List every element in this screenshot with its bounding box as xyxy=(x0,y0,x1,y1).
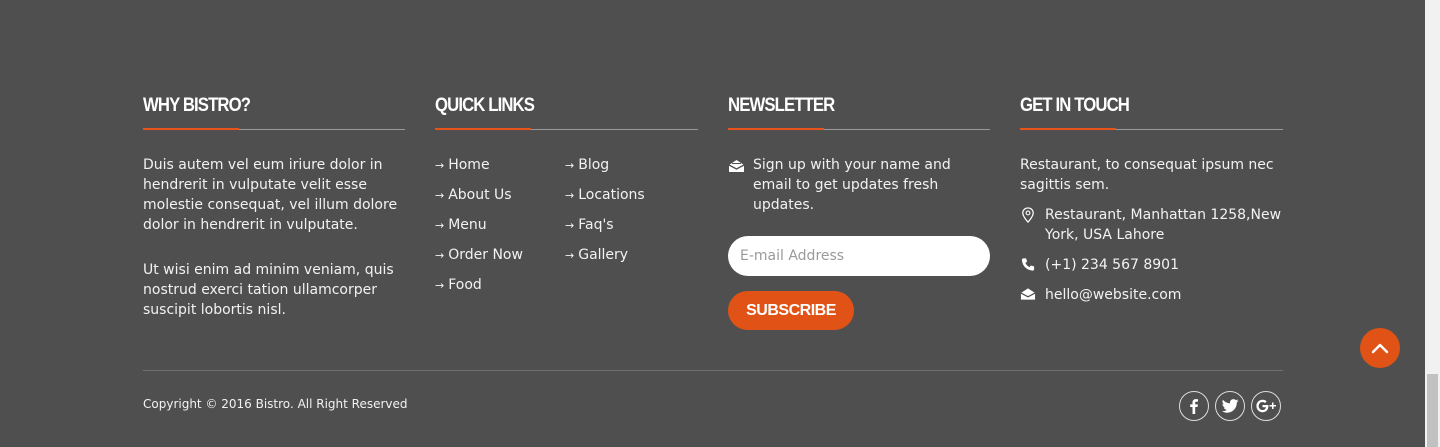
quick-link-gallery[interactable]: → Gallery xyxy=(565,245,645,275)
chevron-up-icon xyxy=(1371,343,1389,354)
quick-link-label: Gallery xyxy=(578,247,629,263)
arrow-right-icon: → xyxy=(565,249,575,262)
quick-links-column-2: → Blog → Locations → Faq's → Gallery xyxy=(565,155,645,275)
get-in-touch-heading-underline xyxy=(1020,128,1283,130)
quick-link-label: Food xyxy=(448,277,482,293)
contact-phone-text: (+1) 234 567 8901 xyxy=(1045,257,1179,273)
quick-link-label: Menu xyxy=(448,217,487,233)
newsletter-description: Sign up with your name and email to get … xyxy=(753,157,951,213)
quick-link-home[interactable]: → Home xyxy=(435,155,523,185)
envelope-icon xyxy=(1020,288,1036,300)
underline-accent xyxy=(143,128,239,130)
quick-link-order-now[interactable]: → Order Now xyxy=(435,245,523,275)
footer-column-get-in-touch: GET IN TOUCH Restaurant, to consequat ip… xyxy=(1020,93,1283,305)
newsletter-heading: NEWSLETTER xyxy=(728,95,835,116)
newsletter-email-input[interactable] xyxy=(728,236,990,276)
contact-address-text: Restaurant, Manhattan 1258,New York, USA… xyxy=(1045,207,1282,243)
footer-divider xyxy=(143,370,1283,371)
get-in-touch-heading: GET IN TOUCH xyxy=(1020,95,1130,116)
quick-link-label: Blog xyxy=(578,157,610,173)
facebook-icon xyxy=(1190,399,1198,414)
scroll-to-top-button[interactable] xyxy=(1360,328,1400,368)
copyright-text: Copyright © 2016 Bistro. All Right Reser… xyxy=(143,397,408,411)
footer-column-newsletter: NEWSLETTER Sign up with your name and em… xyxy=(728,93,990,330)
phone-icon xyxy=(1021,258,1035,271)
why-paragraph-1: Duis autem vel eum iriure dolor in hendr… xyxy=(143,157,398,233)
underline-accent xyxy=(1020,128,1116,130)
contact-phone[interactable]: (+1) 234 567 8901 xyxy=(1020,255,1283,275)
quick-link-faqs[interactable]: → Faq's xyxy=(565,215,645,245)
arrow-right-icon: → xyxy=(435,279,445,292)
map-marker-icon xyxy=(1022,207,1034,224)
twitter-icon xyxy=(1221,399,1239,413)
arrow-right-icon: → xyxy=(565,159,575,172)
quick-link-label: Faq's xyxy=(578,217,614,233)
contact-address: Restaurant, Manhattan 1258,New York, USA… xyxy=(1020,205,1283,245)
quick-link-label: Home xyxy=(448,157,490,173)
twitter-button[interactable] xyxy=(1215,391,1245,421)
arrow-right-icon: → xyxy=(435,249,445,262)
why-bistro-heading: WHY BISTRO? xyxy=(143,95,251,116)
quick-link-menu[interactable]: → Menu xyxy=(435,215,523,245)
arrow-right-icon: → xyxy=(435,219,445,232)
facebook-button[interactable] xyxy=(1179,391,1209,421)
arrow-right-icon: → xyxy=(435,189,445,202)
quick-link-blog[interactable]: → Blog xyxy=(565,155,645,185)
quick-links-heading-underline xyxy=(435,128,698,130)
subscribe-button[interactable]: SUBSCRIBE xyxy=(728,291,854,330)
arrow-right-icon: → xyxy=(435,159,445,172)
quick-links-heading: QUICK LINKS xyxy=(435,95,535,116)
arrow-right-icon: → xyxy=(565,219,575,232)
quick-links-column-1: → Home → About Us → Menu → Order Now → Food xyxy=(435,155,523,305)
arrow-right-icon: → xyxy=(565,189,575,202)
quick-link-label: Order Now xyxy=(448,247,523,263)
footer-column-why-bistro: WHY BISTRO? Duis autem vel eum iriure do… xyxy=(143,93,405,320)
contact-email[interactable]: hello@website.com xyxy=(1020,285,1283,305)
quick-link-label: About Us xyxy=(448,187,512,203)
contact-intro-text: Restaurant, to consequat ipsum nec sagit… xyxy=(1020,157,1274,193)
newsletter-description-row: Sign up with your name and email to get … xyxy=(728,155,990,215)
envelope-open-icon xyxy=(728,160,745,172)
page-scrollbar[interactable] xyxy=(1425,0,1440,447)
footer-column-quick-links: QUICK LINKS → Home → About Us → Menu → Order… xyxy=(435,93,698,293)
contact-email-text: hello@website.com xyxy=(1045,287,1182,303)
underline-accent xyxy=(435,128,531,130)
quick-link-food[interactable]: → Food xyxy=(435,275,523,305)
newsletter-heading-underline xyxy=(728,128,990,130)
quick-link-label: Locations xyxy=(578,187,645,203)
underline-accent xyxy=(728,128,824,130)
google-plus-button[interactable] xyxy=(1251,391,1281,421)
google-plus-icon xyxy=(1256,399,1276,413)
quick-link-about-us[interactable]: → About Us xyxy=(435,185,523,215)
why-heading-underline xyxy=(143,128,405,130)
scrollbar-thumb[interactable] xyxy=(1427,374,1438,447)
why-paragraph-2: Ut wisi enim ad minim veniam, quis nostr… xyxy=(143,262,394,318)
quick-link-locations[interactable]: → Locations xyxy=(565,185,645,215)
